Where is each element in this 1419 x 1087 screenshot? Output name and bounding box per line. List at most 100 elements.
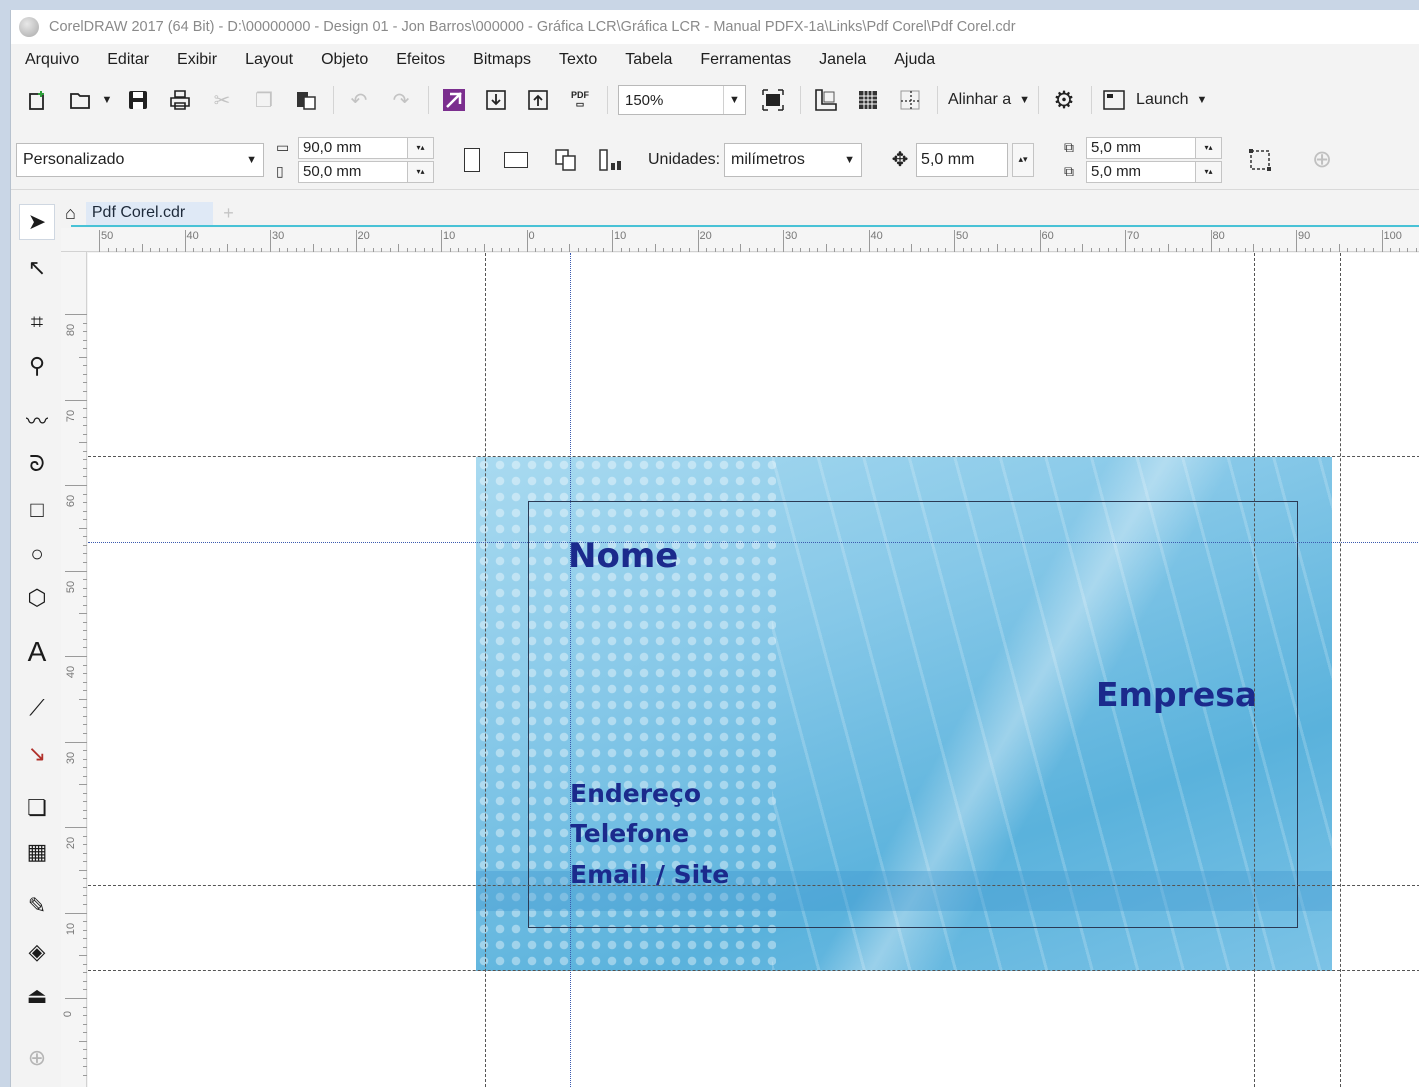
ruler-tick: [184, 230, 186, 252]
page-preset-dropdown[interactable]: Personalizado ▼: [16, 142, 264, 177]
ruler-tick: [83, 502, 87, 504]
search-content-icon[interactable]: [439, 85, 469, 115]
guideline-vertical[interactable]: [1254, 253, 1255, 1087]
grid-icon[interactable]: [853, 85, 883, 115]
ellipse-tool-icon[interactable]: ○: [19, 536, 55, 572]
freehand-tool-icon[interactable]: 〰: [19, 402, 55, 438]
artistic-media-icon[interactable]: ᘐ: [19, 446, 55, 482]
menu-exibir[interactable]: Exibir: [177, 51, 217, 69]
pick-tool-icon[interactable]: ➤: [19, 204, 55, 240]
add-tool-icon[interactable]: ⊕: [19, 1040, 55, 1076]
menu-bitmaps[interactable]: Bitmaps: [473, 51, 531, 69]
nudge-distance-field[interactable]: 5,0 mm: [916, 142, 1009, 177]
transparency-icon[interactable]: ▦: [19, 834, 55, 870]
zoom-tool-icon[interactable]: ⚲: [19, 348, 55, 384]
all-pages-icon[interactable]: [550, 144, 582, 176]
nudge-spinner[interactable]: ▴▾: [1012, 142, 1035, 177]
ruler-tick: [432, 248, 434, 252]
document-tab[interactable]: ⌂ Pdf Corel.cdr +: [61, 200, 234, 226]
dup-y-spinner[interactable]: ▾▴: [1196, 160, 1223, 183]
import-icon[interactable]: [481, 85, 511, 115]
color-eyedropper-icon[interactable]: ✎: [19, 888, 55, 924]
chevron-down-icon[interactable]: ▼: [723, 86, 745, 114]
drop-shadow-icon[interactable]: ❏: [19, 790, 55, 826]
page-height-field[interactable]: 50,0 mm: [298, 160, 408, 183]
menu-janela[interactable]: Janela: [819, 51, 866, 69]
redo-icon[interactable]: ↷: [386, 85, 416, 115]
current-page-icon[interactable]: [594, 144, 626, 176]
crop-tool-icon[interactable]: ⌗: [19, 304, 55, 340]
polygon-tool-icon[interactable]: ⬡: [19, 580, 55, 616]
duplicate-distance-group: ⧉ 5,0 mm ▾▴ ⧉ 5,0 mm ▾▴: [1064, 136, 1223, 184]
duplicate-y-field[interactable]: 5,0 mm: [1086, 160, 1197, 183]
gear-icon[interactable]: ⚙: [1049, 85, 1079, 115]
menu-objeto[interactable]: Objeto: [321, 51, 368, 69]
ruler-label: 0: [62, 1010, 75, 1018]
portrait-button[interactable]: [456, 144, 488, 176]
guideline-horizontal[interactable]: [88, 456, 1419, 457]
cut-icon[interactable]: ✂: [207, 85, 237, 115]
treat-as-filled-icon[interactable]: [1244, 144, 1276, 176]
page-width-field[interactable]: 90,0 mm: [298, 136, 408, 159]
zoom-level-combo[interactable]: 150% ▼: [618, 85, 746, 115]
menu-ajuda[interactable]: Ajuda: [894, 51, 935, 69]
guideline-vertical[interactable]: [570, 253, 571, 1087]
guideline-horizontal[interactable]: [88, 885, 1419, 886]
export-icon[interactable]: [523, 85, 553, 115]
menu-bar: Arquivo Editar Exibir Layout Objeto Efei…: [11, 44, 1419, 76]
new-tab-icon[interactable]: +: [223, 203, 234, 224]
menu-ferramentas[interactable]: Ferramentas: [700, 51, 791, 69]
guideline-vertical[interactable]: [1340, 253, 1341, 1087]
text-tool-icon[interactable]: A: [19, 634, 55, 670]
align-to-dropdown[interactable]: Alinhar a ▼: [948, 91, 1030, 109]
connector-tool-icon[interactable]: ↘: [19, 736, 55, 772]
full-screen-icon[interactable]: [758, 85, 788, 115]
width-spinner[interactable]: ▾▴: [408, 136, 434, 159]
card-address-text[interactable]: Endereço: [570, 779, 701, 808]
menu-texto[interactable]: Texto: [559, 51, 597, 69]
open-folder-icon[interactable]: [65, 85, 95, 115]
landscape-button[interactable]: [500, 144, 532, 176]
ruler-tick: [569, 244, 571, 252]
dup-x-spinner[interactable]: ▾▴: [1196, 136, 1223, 159]
print-icon[interactable]: [165, 85, 195, 115]
chevron-down-icon[interactable]: ▼: [99, 85, 115, 115]
duplicate-x-field[interactable]: 5,0 mm: [1086, 136, 1197, 159]
menu-tabela[interactable]: Tabela: [625, 51, 672, 69]
drawing-canvas[interactable]: Nome Empresa Endereço Telefone Email / S…: [88, 253, 1419, 1087]
menu-editar[interactable]: Editar: [107, 51, 149, 69]
vertical-ruler[interactable]: 80 70 60 50 40 30 20 10 0: [61, 252, 87, 1087]
guideline-horizontal[interactable]: [88, 970, 1419, 971]
copy-icon[interactable]: ❐: [249, 85, 279, 115]
height-spinner[interactable]: ▾▴: [408, 160, 434, 183]
guideline-vertical[interactable]: [485, 253, 486, 1087]
horizontal-ruler[interactable]: 50 40 30 20 10 0 10 20 30 40 50 60 70 80 90 100: [61, 228, 1419, 252]
smart-fill-icon[interactable]: ⏏: [19, 978, 55, 1014]
guideline-horizontal[interactable]: [88, 542, 1419, 543]
paste-icon[interactable]: [291, 85, 321, 115]
launch-dropdown[interactable]: Launch ▼: [1102, 89, 1207, 111]
new-document-icon[interactable]: [23, 85, 53, 115]
document-tab-name[interactable]: Pdf Corel.cdr: [85, 201, 214, 225]
ruler-tick: [83, 852, 87, 854]
publish-pdf-icon[interactable]: PDF ▭: [565, 85, 595, 115]
parallel-dimension-icon[interactable]: ⟋: [19, 690, 55, 726]
ruler-tick: [1099, 248, 1101, 252]
rectangle-tool-icon[interactable]: □: [19, 492, 55, 528]
save-icon[interactable]: [123, 85, 153, 115]
guidelines-icon[interactable]: [895, 85, 925, 115]
shape-tool-icon[interactable]: ↖: [19, 250, 55, 286]
ruler-label: 50: [956, 230, 969, 242]
ruler-tick: [1236, 248, 1238, 252]
card-phone-text[interactable]: Telefone: [570, 819, 689, 848]
menu-efeitos[interactable]: Efeitos: [396, 51, 445, 69]
units-dropdown[interactable]: milímetros ▼: [724, 142, 863, 177]
home-icon[interactable]: ⌂: [65, 203, 76, 224]
menu-layout[interactable]: Layout: [245, 51, 293, 69]
interactive-fill-icon[interactable]: ◈: [19, 934, 55, 970]
add-icon[interactable]: ⊕: [1306, 144, 1338, 176]
rulers-icon[interactable]: [811, 85, 841, 115]
card-company-text[interactable]: Empresa: [1096, 675, 1257, 714]
undo-icon[interactable]: ↶: [344, 85, 374, 115]
menu-arquivo[interactable]: Arquivo: [25, 51, 79, 69]
